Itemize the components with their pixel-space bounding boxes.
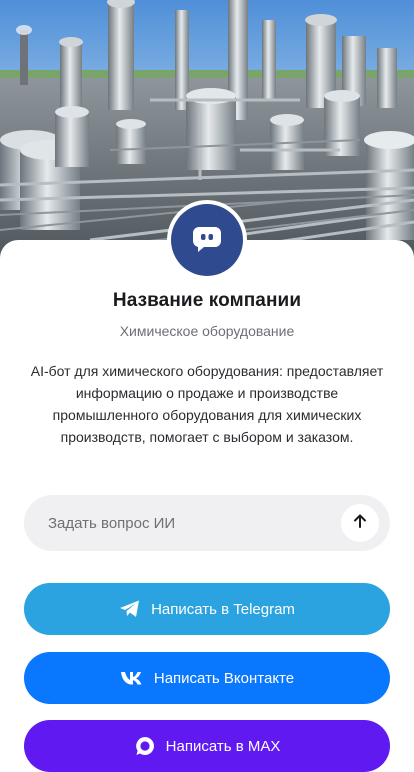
max-icon xyxy=(134,735,156,757)
avatar-badge xyxy=(171,204,243,276)
telegram-button-label: Написать в Telegram xyxy=(151,600,295,618)
company-subtitle: Химическое оборудование xyxy=(119,323,295,339)
ask-ai-box xyxy=(24,495,390,551)
company-name: Название компании xyxy=(112,290,302,311)
telegram-icon xyxy=(119,599,141,619)
send-button[interactable] xyxy=(341,504,379,542)
avatar xyxy=(167,200,247,280)
chat-bot-icon xyxy=(190,221,224,260)
ask-ai-input[interactable] xyxy=(48,495,338,551)
max-button-label: Написать в MAX xyxy=(165,737,281,755)
max-button[interactable]: Написать в MAX xyxy=(24,720,390,772)
arrow-up-icon xyxy=(352,513,368,534)
company-description: AI-бот для химического оборудования: пре… xyxy=(30,363,384,445)
telegram-button[interactable]: Написать в Telegram xyxy=(24,583,390,635)
vk-icon xyxy=(120,671,144,685)
vk-button-label: Написать Вконтакте xyxy=(153,669,295,687)
vk-button[interactable]: Написать Вконтакте xyxy=(24,652,390,704)
